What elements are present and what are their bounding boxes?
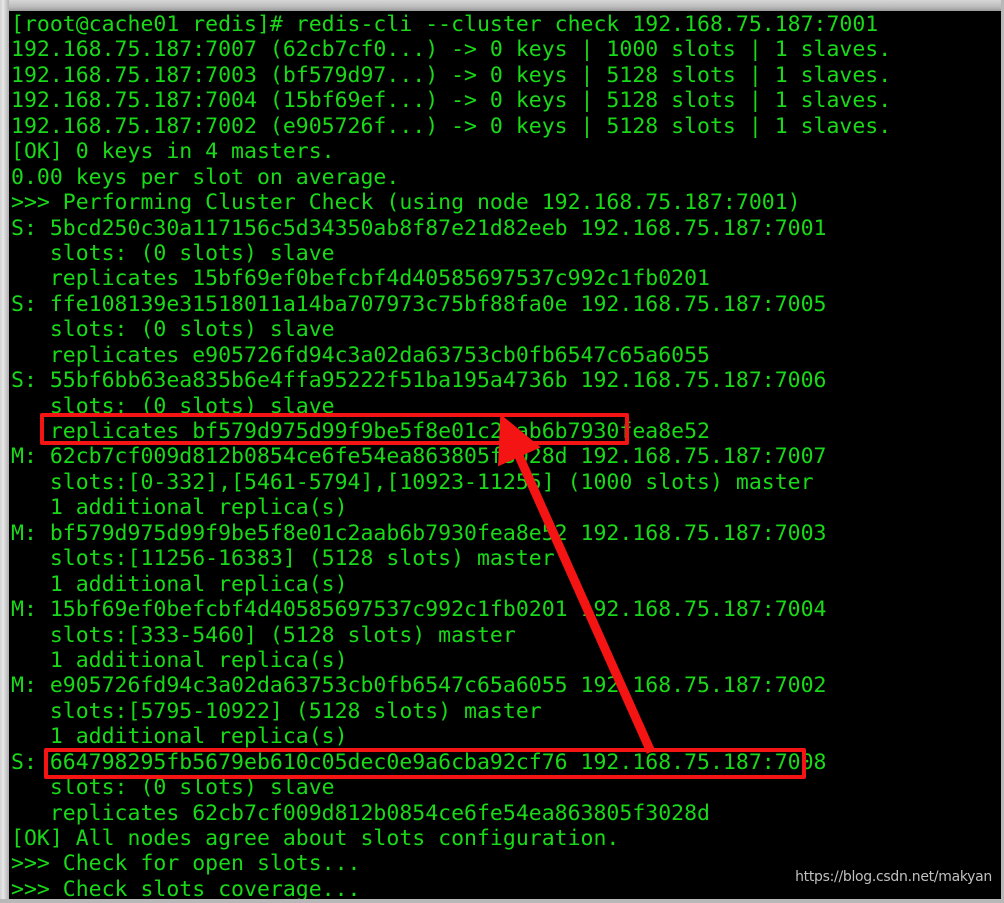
terminal-line: M: bf579d975d99f9be5f8e01c2aab6b7930fea8…: [11, 520, 827, 546]
terminal-line: replicates 15bf69ef0befcbf4d40585697537c…: [11, 266, 710, 292]
terminal-line: slots: (0 slots) slave: [11, 240, 335, 266]
terminal-line: S: ffe108139e31518011a14ba707973c75bf88f…: [11, 291, 827, 317]
terminal-line: 192.168.75.187:7002 (e905726f...) -> 0 k…: [11, 113, 892, 139]
terminal-line: replicates e905726fd94c3a02da63753cb0fb6…: [11, 342, 710, 368]
terminal-line: 192.168.75.187:7003 (bf579d97...) -> 0 k…: [11, 62, 892, 88]
terminal-line: >>> Performing Cluster Check (using node…: [11, 190, 801, 216]
window-chrome-top: [0, 0, 1004, 11]
watermark-text: https://blog.csdn.net/makyan: [795, 869, 992, 885]
terminal-line: replicates 62cb7cf009d812b0854ce6fe54ea8…: [11, 800, 710, 826]
terminal-line: 1 additional replica(s): [11, 495, 348, 521]
terminal-line: >>> Check slots coverage...: [11, 876, 361, 899]
terminal-window[interactable]: [root@cache01 redis]# redis-cli --cluste…: [9, 11, 1001, 899]
terminal-line: 192.168.75.187:7007 (62cb7cf0...) -> 0 k…: [11, 37, 892, 63]
terminal-line: slots:[0-332],[5461-5794],[10923-11255] …: [11, 469, 814, 495]
terminal-line: >>> Check for open slots...: [11, 851, 361, 877]
terminal-line: slots: (0 slots) slave: [11, 317, 335, 343]
terminal-line: slots:[5795-10922] (5128 slots) master: [11, 698, 542, 724]
terminal-line: [root@cache01 redis]# redis-cli --cluste…: [11, 12, 879, 37]
window-chrome-left: [0, 0, 9, 903]
terminal-line: 1 additional replica(s): [11, 571, 348, 597]
terminal-line: slots:[11256-16383] (5128 slots) master: [11, 546, 555, 572]
terminal-line: 1 additional replica(s): [11, 724, 348, 750]
terminal-line: S: 664798295fb5679eb610c05dec0e9a6cba92c…: [11, 749, 827, 775]
terminal-line: M: 15bf69ef0befcbf4d40585697537c992c1fb0…: [11, 597, 827, 623]
terminal-line: M: 62cb7cf009d812b0854ce6fe54ea863805f30…: [11, 444, 827, 470]
terminal-line: S: 55bf6bb63ea835b6e4ffa95222f51ba195a47…: [11, 368, 827, 394]
terminal-line: [OK] 0 keys in 4 masters.: [11, 139, 335, 165]
terminal-line: 192.168.75.187:7004 (15bf69ef...) -> 0 k…: [11, 88, 892, 114]
terminal-line: slots:[333-5460] (5128 slots) master: [11, 622, 516, 648]
terminal-line: 1 additional replica(s): [11, 647, 348, 673]
terminal-line: M: e905726fd94c3a02da63753cb0fb6547c65a6…: [11, 673, 827, 699]
terminal-line: 0.00 keys per slot on average.: [11, 164, 400, 190]
terminal-line: slots: (0 slots) slave: [11, 775, 335, 801]
terminal-line: S: 5bcd250c30a117156c5d34350ab8f87e21d82…: [11, 215, 827, 241]
terminal-line: slots: (0 slots) slave: [11, 393, 335, 419]
terminal-line: [OK] All nodes agree about slots configu…: [11, 826, 620, 851]
window-chrome-bottom: [0, 899, 1004, 903]
terminal-output: [root@cache01 redis]# redis-cli --cluste…: [9, 11, 891, 899]
terminal-line: replicates bf579d975d99f9be5f8e01c2aab6b…: [11, 419, 710, 444]
screenshot-root: [root@cache01 redis]# redis-cli --cluste…: [0, 0, 1004, 903]
